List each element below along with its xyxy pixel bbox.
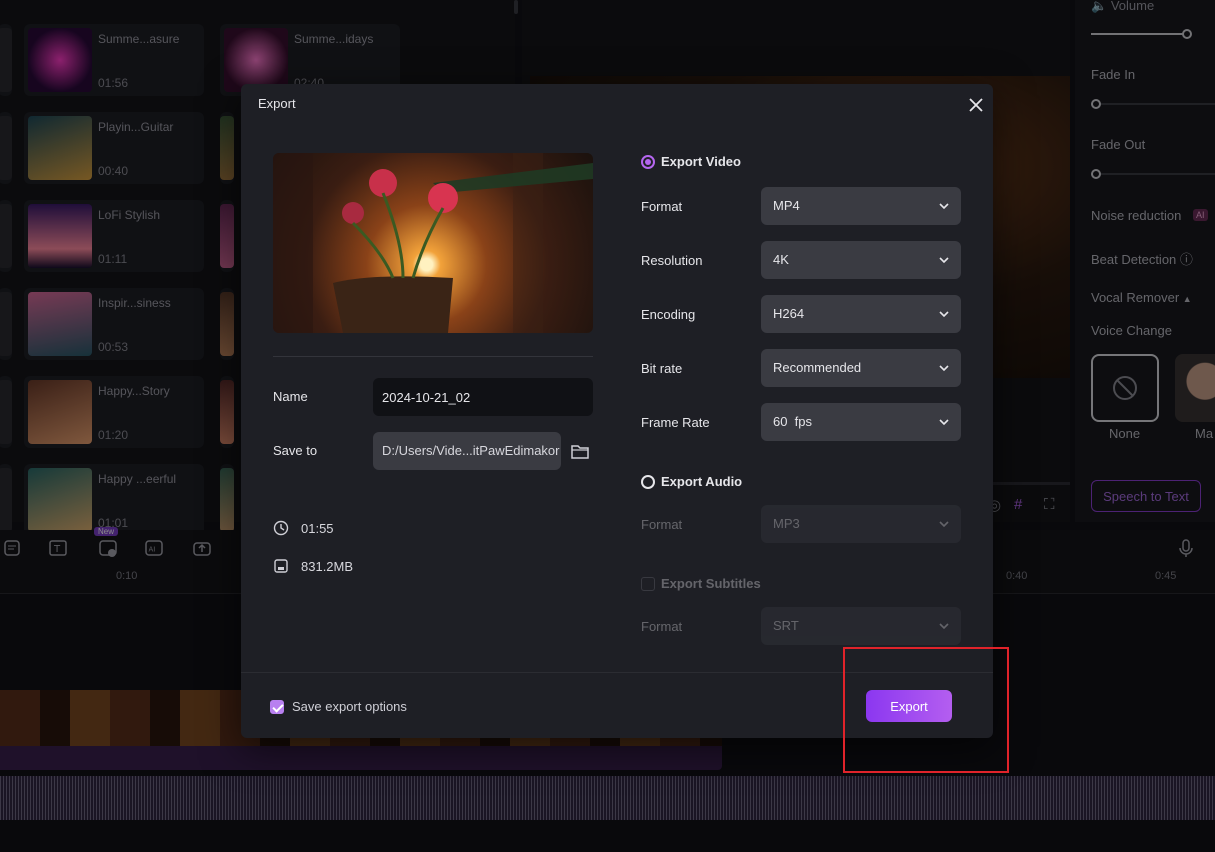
video-thumbnail [273, 153, 593, 333]
export-audio-radio[interactable] [641, 474, 655, 489]
format-value: MP4 [773, 198, 800, 213]
chevron-down-icon [939, 257, 949, 264]
export-video-option[interactable]: Export Video [641, 154, 741, 169]
export-subtitles-label: Export Subtitles [661, 576, 761, 591]
encoding-label: Encoding [641, 307, 696, 322]
save-to-label: Save to [273, 443, 318, 458]
export-subtitles-option[interactable]: Export Subtitles [641, 576, 761, 591]
size-value: 831.2MB [301, 558, 354, 574]
duration-value: 01:55 [301, 520, 334, 536]
chevron-down-icon [939, 365, 949, 372]
flower-pot-image [273, 153, 593, 333]
subtitle-format-label: Format [641, 619, 683, 634]
encoding-select[interactable]: H264 [761, 295, 961, 333]
chevron-down-icon [939, 203, 949, 210]
save-export-options[interactable]: Save export options [270, 699, 407, 714]
audio-format-value: MP3 [773, 516, 800, 531]
frame-rate-select[interactable]: 60 fps [761, 403, 961, 441]
audio-format-label: Format [641, 517, 683, 532]
export-dialog: Export Name Save to D:/Users/Vide...itPa… [241, 84, 993, 738]
save-export-options-label: Save export options [292, 699, 407, 714]
frame-rate-label: Frame Rate [641, 415, 710, 430]
audio-format-select[interactable]: MP3 [761, 505, 961, 543]
bit-rate-label: Bit rate [641, 361, 683, 376]
export-video-radio[interactable] [641, 154, 655, 169]
export-audio-label: Export Audio [661, 474, 743, 489]
frame-rate-value: 60 fps [773, 414, 813, 429]
storage-icon [274, 559, 288, 573]
chevron-down-icon [939, 623, 949, 630]
chevron-down-icon [939, 521, 949, 528]
clock-icon [273, 520, 289, 536]
bit-rate-value: Recommended [773, 360, 862, 375]
chevron-down-icon [939, 311, 949, 318]
subtitle-format-value: SRT [773, 618, 799, 633]
dialog-title: Export [258, 96, 296, 111]
export-audio-option[interactable]: Export Audio [641, 474, 742, 489]
save-export-options-checkbox[interactable] [270, 699, 284, 714]
resolution-select[interactable]: 4K [761, 241, 961, 279]
name-input[interactable] [373, 378, 593, 416]
encoding-value: H264 [773, 306, 805, 321]
bit-rate-select[interactable]: Recommended [761, 349, 961, 387]
size-info: 831.2MB [273, 558, 353, 574]
resolution-label: Resolution [641, 253, 703, 268]
save-path-field[interactable]: D:/Users/Vide...itPawEdimakor [373, 432, 561, 470]
folder-icon[interactable] [570, 442, 590, 460]
chevron-down-icon [939, 419, 949, 426]
subtitle-format-select[interactable]: SRT [761, 607, 961, 645]
highlight-box [843, 647, 1009, 773]
duration-info: 01:55 [273, 520, 334, 536]
name-label: Name [273, 389, 308, 404]
format-select[interactable]: MP4 [761, 187, 961, 225]
format-label: Format [641, 199, 683, 214]
resolution-value: 4K [773, 252, 789, 267]
divider [273, 356, 593, 357]
close-icon[interactable] [965, 94, 987, 116]
export-video-label: Export Video [661, 154, 741, 169]
export-subtitles-checkbox[interactable] [641, 576, 655, 591]
